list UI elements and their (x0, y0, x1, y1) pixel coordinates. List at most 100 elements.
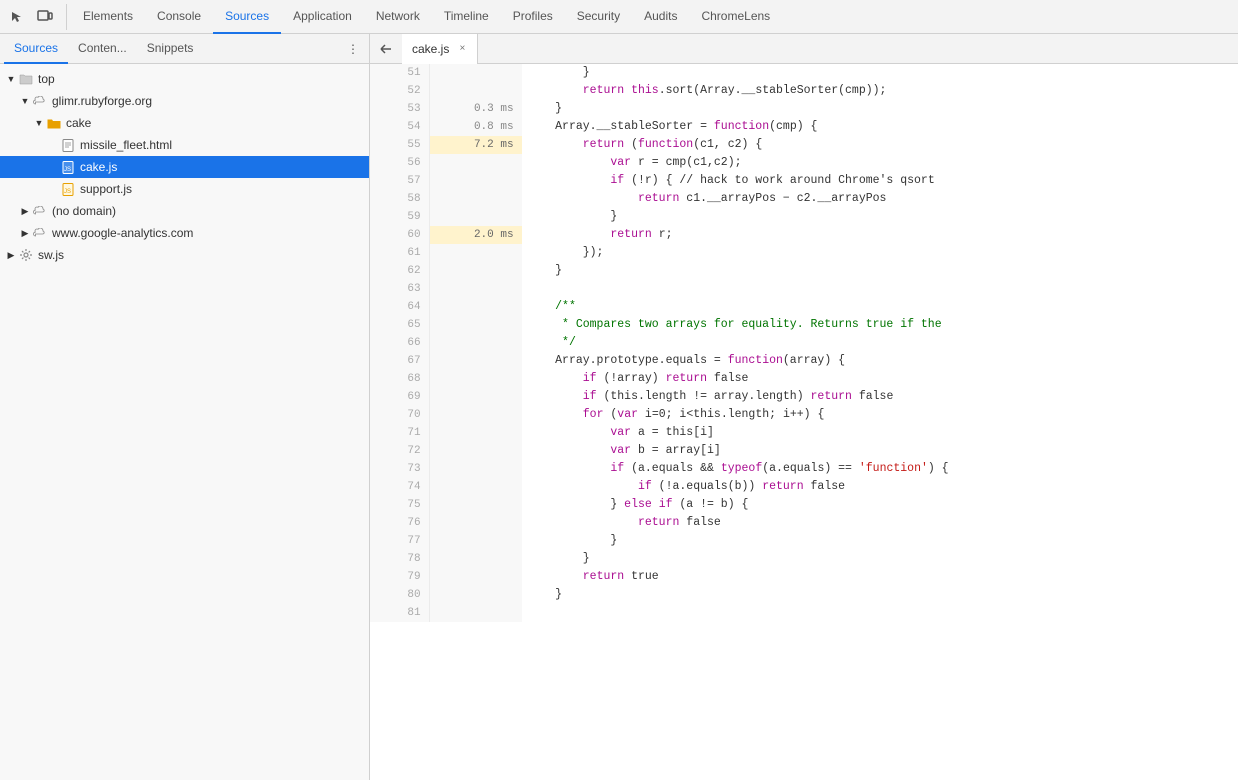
tab-chromelens[interactable]: ChromeLens (689, 0, 782, 34)
code-line: 62 } (370, 262, 1238, 280)
line-number: 65 (370, 316, 430, 334)
line-code: return true (522, 568, 1238, 586)
line-timing (430, 208, 522, 226)
tab-audits[interactable]: Audits (632, 0, 689, 34)
editor-tab-cake-js[interactable]: cake.js × (402, 34, 478, 64)
code-line: 67 Array.prototype.equals = function(arr… (370, 352, 1238, 370)
line-number: 76 (370, 514, 430, 532)
tree-item-cake-js[interactable]: JS cake.js (0, 156, 369, 178)
line-code: } (522, 550, 1238, 568)
line-number: 63 (370, 280, 430, 298)
line-number: 62 (370, 262, 430, 280)
line-number: 68 (370, 370, 430, 388)
line-number: 78 (370, 550, 430, 568)
line-number: 56 (370, 154, 430, 172)
svg-text:JS: JS (64, 167, 71, 173)
code-line: 70 for (var i=0; i<this.length; i++) { (370, 406, 1238, 424)
line-timing (430, 280, 522, 298)
code-line: 61 }); (370, 244, 1238, 262)
line-code: } else if (a != b) { (522, 496, 1238, 514)
line-number: 80 (370, 586, 430, 604)
subtab-sources[interactable]: Sources (4, 34, 68, 64)
line-code: return false (522, 514, 1238, 532)
subtab-snippets[interactable]: Snippets (137, 34, 204, 64)
line-number: 67 (370, 352, 430, 370)
left-panel: Sources Conten... Snippets ⋮ ▼ top ▼ (0, 34, 370, 780)
code-area[interactable]: 51 }52 return this.sort(Array.__stableSo… (370, 64, 1238, 780)
top-nav-tabs: Elements Console Sources Application Net… (71, 0, 782, 34)
line-timing (430, 406, 522, 424)
tree-item-google-analytics[interactable]: ▶ www.google-analytics.com (0, 222, 369, 244)
tab-elements[interactable]: Elements (71, 0, 145, 34)
code-line: 73 if (a.equals && typeof(a.equals) == '… (370, 460, 1238, 478)
tab-application[interactable]: Application (281, 0, 364, 34)
code-line: 58 return c1.__arrayPos − c2.__arrayPos (370, 190, 1238, 208)
tab-network[interactable]: Network (364, 0, 432, 34)
code-line: 557.2 ms return (function(c1, c2) { (370, 136, 1238, 154)
tab-console[interactable]: Console (145, 0, 213, 34)
no-arrow (46, 160, 60, 174)
line-timing (430, 604, 522, 622)
tree-item-cake-folder[interactable]: ▼ cake (0, 112, 369, 134)
tree-item-sw-js[interactable]: ▶ sw.js (0, 244, 369, 266)
line-timing (430, 424, 522, 442)
code-line: 76 return false (370, 514, 1238, 532)
line-number: 59 (370, 208, 430, 226)
tree-item-no-domain[interactable]: ▶ (no domain) (0, 200, 369, 222)
tab-profiles[interactable]: Profiles (501, 0, 565, 34)
tree-item-missile-fleet[interactable]: missile_fleet.html (0, 134, 369, 156)
line-number: 79 (370, 568, 430, 586)
line-number: 75 (370, 496, 430, 514)
cursor-icon[interactable] (4, 4, 30, 30)
cloud-icon (32, 225, 48, 241)
tree-label-glimr: glimr.rubyforge.org (52, 94, 152, 108)
line-code: if (a.equals && typeof(a.equals) == 'fun… (522, 460, 1238, 478)
line-code: return r; (522, 226, 1238, 244)
line-code: var r = cmp(c1,c2); (522, 154, 1238, 172)
more-tabs-button[interactable]: ⋮ (341, 37, 365, 61)
line-code: }); (522, 244, 1238, 262)
tree-label-cake-js: cake.js (80, 160, 117, 174)
code-line: 63 (370, 280, 1238, 298)
line-code: Array.prototype.equals = function(array)… (522, 352, 1238, 370)
line-number: 60 (370, 226, 430, 244)
tab-sources[interactable]: Sources (213, 0, 281, 34)
code-line: 56 var r = cmp(c1,c2); (370, 154, 1238, 172)
tree-label-no-domain: (no domain) (52, 204, 116, 218)
back-button[interactable] (372, 35, 400, 63)
file-js-yellow-icon: JS (60, 181, 76, 197)
line-code: } (522, 208, 1238, 226)
line-timing: 0.3 ms (430, 100, 522, 118)
line-number: 71 (370, 424, 430, 442)
gear-file-icon (18, 247, 34, 263)
line-timing (430, 460, 522, 478)
tree-item-support-js[interactable]: JS support.js (0, 178, 369, 200)
tree-item-glimr[interactable]: ▼ glimr.rubyforge.org (0, 90, 369, 112)
line-code: return c1.__arrayPos − c2.__arrayPos (522, 190, 1238, 208)
line-code: var b = array[i] (522, 442, 1238, 460)
line-code: } (522, 100, 1238, 118)
device-icon[interactable] (32, 4, 58, 30)
tab-close-button[interactable]: × (455, 42, 469, 56)
tree-item-top[interactable]: ▼ top (0, 68, 369, 90)
folder-open-icon (18, 71, 34, 87)
editor-tab-filename: cake.js (412, 42, 449, 56)
code-line: 78 } (370, 550, 1238, 568)
line-timing (430, 190, 522, 208)
arrow-right-icon: ▶ (4, 248, 18, 262)
cloud-icon (32, 93, 48, 109)
code-line: 59 } (370, 208, 1238, 226)
line-code (522, 604, 1238, 622)
main-layout: Sources Conten... Snippets ⋮ ▼ top ▼ (0, 34, 1238, 780)
subtab-content[interactable]: Conten... (68, 34, 137, 64)
line-number: 61 (370, 244, 430, 262)
tab-security[interactable]: Security (565, 0, 632, 34)
code-line: 51 } (370, 64, 1238, 82)
line-number: 54 (370, 118, 430, 136)
tab-timeline[interactable]: Timeline (432, 0, 501, 34)
code-line: 79 return true (370, 568, 1238, 586)
code-line: 69 if (this.length != array.length) retu… (370, 388, 1238, 406)
code-line: 602.0 ms return r; (370, 226, 1238, 244)
line-number: 57 (370, 172, 430, 190)
folder-icon (46, 115, 62, 131)
